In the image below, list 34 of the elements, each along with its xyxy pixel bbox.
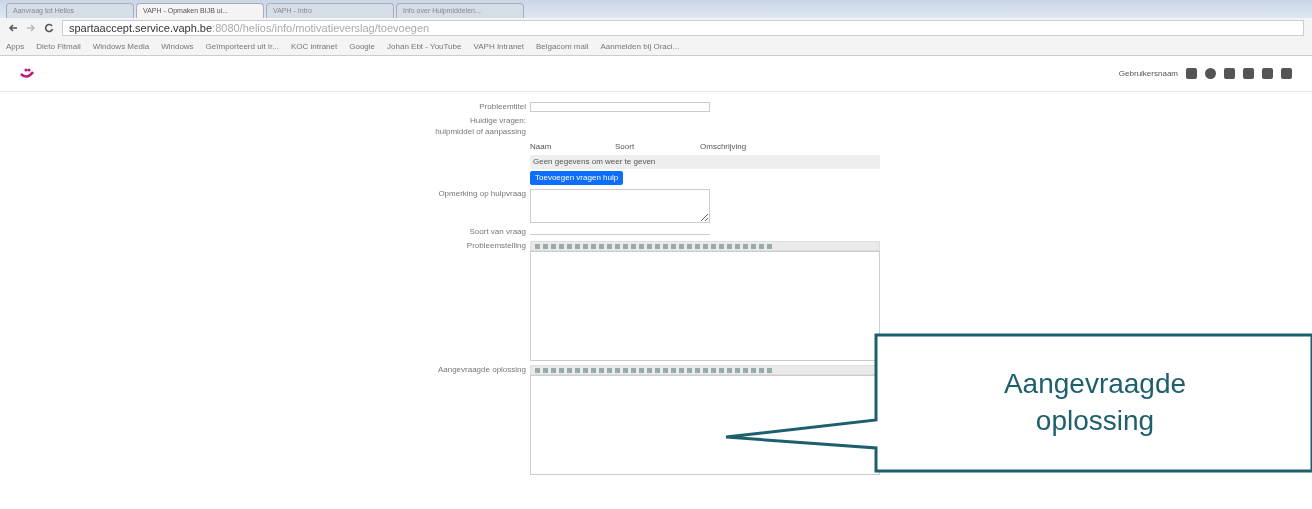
url-path: :8080/helios/info/motivatieverslag/toevoegen <box>212 20 430 36</box>
user-name: Gebruikersnaam <box>1118 67 1178 80</box>
bookmark-item[interactable]: KOC intranet <box>291 40 338 53</box>
editor-area[interactable] <box>530 375 880 476</box>
field-label: Huidige vragen: hulpmiddel of aanpassing <box>434 116 527 138</box>
bookmark-item[interactable]: Apps <box>6 40 25 53</box>
add-button[interactable]: Toevoegen vragen hulp <box>530 171 624 185</box>
bookmark-item[interactable]: Geïmporteerd uit Ir... <box>205 40 279 53</box>
field-label: Probleemstelling <box>465 241 527 253</box>
field-label: Aangevraagde oplossing <box>436 365 527 377</box>
column-header: Omschrijving <box>700 141 748 154</box>
bookmark-item[interactable]: Belgacom mail <box>536 40 589 53</box>
url-host: spartaaccept.service.vaph.be <box>69 20 213 36</box>
reload-icon[interactable] <box>44 23 54 33</box>
bookmark-item[interactable]: Johan Ebt - YouTube <box>387 40 462 53</box>
bookmark-item[interactable]: Aanmelden bij Oraci... <box>600 40 680 53</box>
text-area[interactable] <box>530 188 710 223</box>
bookmark-item[interactable]: Google <box>349 40 376 53</box>
bookmark-item[interactable]: Windows <box>161 40 194 53</box>
field-label: Soort van vraag <box>468 226 527 238</box>
table-empty-row: Geen gegevens om weer te geven <box>530 155 880 170</box>
text-field[interactable] <box>530 102 710 112</box>
logo-icon <box>20 66 34 81</box>
address-field[interactable]: spartaaccept.service.vaph.be:8080/helios/info/motivatieverslag/toevoegen <box>62 20 1304 36</box>
bookmark-item[interactable]: VAPH Intranet <box>473 40 524 53</box>
column-header: Naam <box>530 141 553 154</box>
bookmark-item[interactable]: Dieto Fitmail <box>36 40 81 53</box>
back-icon[interactable] <box>8 23 18 33</box>
field-label: Opmerking op hulpvraag <box>437 188 527 200</box>
field-label: Probleemtitel <box>478 102 527 113</box>
callout-text: Aangevraagde oplossing <box>1002 367 1188 438</box>
bookmark-item[interactable]: Windows Media <box>92 40 150 53</box>
column-header: Soort <box>615 141 636 154</box>
forward-icon[interactable] <box>26 23 36 33</box>
